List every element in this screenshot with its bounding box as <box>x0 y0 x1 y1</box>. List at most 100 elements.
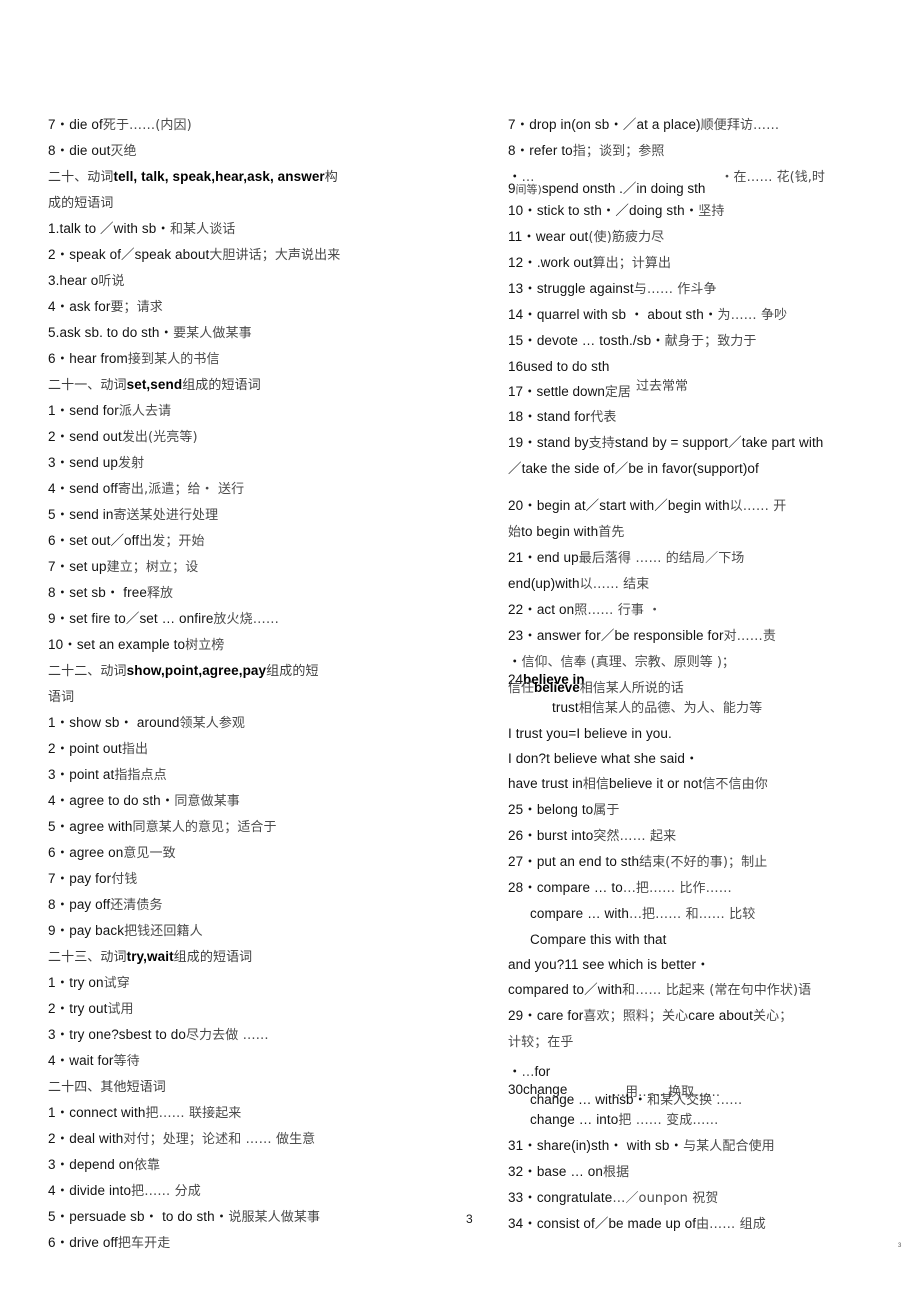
phrase-english: pay back <box>69 923 125 938</box>
phrase-chinese: 定居 <box>604 385 631 400</box>
item-number: 10・ <box>508 203 537 218</box>
item-number: 13・ <box>508 281 537 296</box>
phrase-english: set up <box>69 559 107 574</box>
left-text-column: 7・die of死于……(内因) 8・die out灭绝 二十、动词tell, … <box>48 112 428 1256</box>
phrase-line: 8・pay off还清债务 <box>48 892 428 918</box>
phrase-english: burst into <box>536 828 594 843</box>
phrase-chinese: 意见一致 <box>123 846 176 861</box>
item-number: 4・ <box>48 1053 70 1068</box>
phrase-english: deal with <box>69 1131 124 1146</box>
section-heading-verbs: show,point,agree,pay <box>126 663 267 678</box>
item-number: 7・ <box>48 117 70 132</box>
example-sentence: Compare this with that <box>508 927 888 952</box>
phrase-english: answer for／be responsible for <box>536 628 724 643</box>
overlapping-phrase-block-9: ・… ・在…… 花(钱,时 9间等)spend onsth .／in doing … <box>508 164 888 198</box>
phrase-english: care for <box>536 1008 584 1023</box>
section-heading-prefix: 二十二、动词 <box>48 664 127 679</box>
phrase-line: 3・send up发射 <box>48 450 428 476</box>
item-number: 22・ <box>508 602 537 617</box>
phrase-continuation: ／take the side of／be in favor(support)of <box>508 456 888 481</box>
phrase-line: 2・speak of／speak about大胆讲话；大声说出来 <box>48 242 428 268</box>
phrase-chinese-left: 信任 <box>508 681 535 696</box>
phrase-line: 1・connect with把…… 联接起来 <box>48 1100 428 1126</box>
phrase-english: base … on <box>536 1164 604 1179</box>
phrase-chinese-alt: 关心； <box>753 1009 793 1024</box>
phrase-chinese: 喜欢；照料；关心 <box>583 1009 689 1024</box>
phrase-english: set fire to／set … onfire <box>69 611 214 626</box>
phrase-english: try one?sbest to do <box>69 1027 186 1042</box>
item-number: 8・ <box>48 897 70 912</box>
item-number: 2・ <box>48 1001 70 1016</box>
example-sentence: I trust you=I believe in you. <box>508 721 888 746</box>
phrase-line: 14・quarrel with sb ・ about sth・为…… 争吵 <box>508 302 888 328</box>
phrase-line: 5.ask sb. to do sth・要某人做某事 <box>48 320 428 346</box>
phrase-chinese: 派人去请 <box>118 404 172 419</box>
item-number: 5. <box>48 325 60 340</box>
phrase-line: 7・pay for付钱 <box>48 866 428 892</box>
phrase-chinese-continuation: 把 …… 变成…… <box>618 1113 719 1128</box>
item-number: 28・ <box>508 880 537 895</box>
item-number: 1・ <box>48 403 70 418</box>
phrase-english: pay off <box>69 897 111 912</box>
item-number: 32・ <box>508 1164 537 1179</box>
phrase-english: depend on <box>69 1157 134 1172</box>
phrase-line: 33・congratulate…／ounpon 祝贺 <box>508 1185 888 1211</box>
phrase-line: 34・consist of／be made up of由…… 组成 <box>508 1211 888 1237</box>
phrase-english: send for <box>69 403 119 418</box>
phrase-continuation: compare … with…把…… 和…… 比较 <box>508 901 888 927</box>
phrase-chinese: 同意做某事 <box>174 794 240 809</box>
phrase-english: congratulate <box>536 1190 613 1205</box>
phrase-chinese: 领某人参观 <box>179 716 246 731</box>
phrase-chinese: 相信 <box>582 777 610 792</box>
phrase-chinese: 试穿 <box>103 976 130 991</box>
overlapping-phrase-block-24: ・信仰、信奉 (真理、宗教、原则等 )； 24believe in 信任beli… <box>508 649 888 696</box>
section-heading-verbs: tell, talk, speak,hear,ask, answer <box>113 169 325 184</box>
phrase-english: stick to sth・／doing sth・ <box>536 203 699 218</box>
phrase-english: ask sb. to do sth・ <box>59 325 174 340</box>
phrase-line: 20・begin at／start with／begin with以…… 开 <box>508 493 888 519</box>
phrase-english: compared to／with <box>508 982 623 997</box>
item-number: 25・ <box>508 802 537 817</box>
item-number: 27・ <box>508 854 537 869</box>
phrase-english: talk to ／with sb・ <box>59 221 170 236</box>
phrase-chinese-continuation: 始 <box>508 525 522 540</box>
phrase-english-alt: stand by = support／take part with <box>614 435 824 450</box>
phrase-english: devote … tosth./sb・ <box>536 333 665 348</box>
phrase-chinese: 要某人做某事 <box>173 326 252 341</box>
item-number: 1・ <box>48 1105 70 1120</box>
item-number: 5・ <box>48 819 70 834</box>
section-heading-verbs: try,wait <box>126 949 174 964</box>
phrase-english: point at <box>69 767 115 782</box>
phrase-chinese: 依靠 <box>133 1158 161 1173</box>
phrase-chinese: 把…… 联接起来 <box>145 1106 242 1121</box>
phrase-english: quarrel with sb ・ about sth・ <box>536 307 718 322</box>
section-heading-suffix: 构 <box>324 170 338 185</box>
phrase-english-alt: care about <box>688 1008 754 1023</box>
phrase-line: 2・deal with对付；处理；论述和 …… 做生意 <box>48 1126 428 1152</box>
item-number: 2・ <box>48 741 70 756</box>
phrase-english: agree to do sth・ <box>69 793 175 808</box>
phrase-english: try out <box>69 1001 108 1016</box>
section-heading-verbs: set,send <box>126 377 183 392</box>
example-sentence: and you?11 see which is better・ <box>508 952 888 977</box>
overlap-lower-line: 17・settle down定居 <box>508 379 631 405</box>
item-number: 6・ <box>48 1235 70 1250</box>
phrase-line: 16used to do sth <box>508 354 888 379</box>
phrase-line: 1.talk to ／with sb・和某人谈话 <box>48 216 428 242</box>
phrase-line: 7・die of死于……(内因) <box>48 112 428 138</box>
phrase-line: 4・send off寄出,派遣；给・ 送行 <box>48 476 428 502</box>
overlap-stray-gloss: 过去常常 <box>636 373 688 399</box>
phrase-chinese: 还清债务 <box>110 898 163 913</box>
stray-chinese-gloss: 过去常常 <box>636 379 689 394</box>
phrase-line: 1・try on试穿 <box>48 970 428 996</box>
phrase-line: 7・drop in(on sb・／at a place)顺便拜访…… <box>508 112 888 138</box>
item-number: 8・ <box>508 143 530 158</box>
phrase-chinese-continuation: …把…… 和…… 比较 <box>628 907 756 922</box>
phrase-line: 6・hear from接到某人的书信 <box>48 346 428 372</box>
phrase-english: share(in)sth・ with sb・ <box>536 1138 684 1153</box>
section-heading-continuation-text: 语词 <box>48 690 75 705</box>
item-number: 26・ <box>508 828 537 843</box>
item-number: 4・ <box>48 299 70 314</box>
phrase-chinese: 听说 <box>98 274 125 289</box>
item-number: 34・ <box>508 1216 537 1231</box>
